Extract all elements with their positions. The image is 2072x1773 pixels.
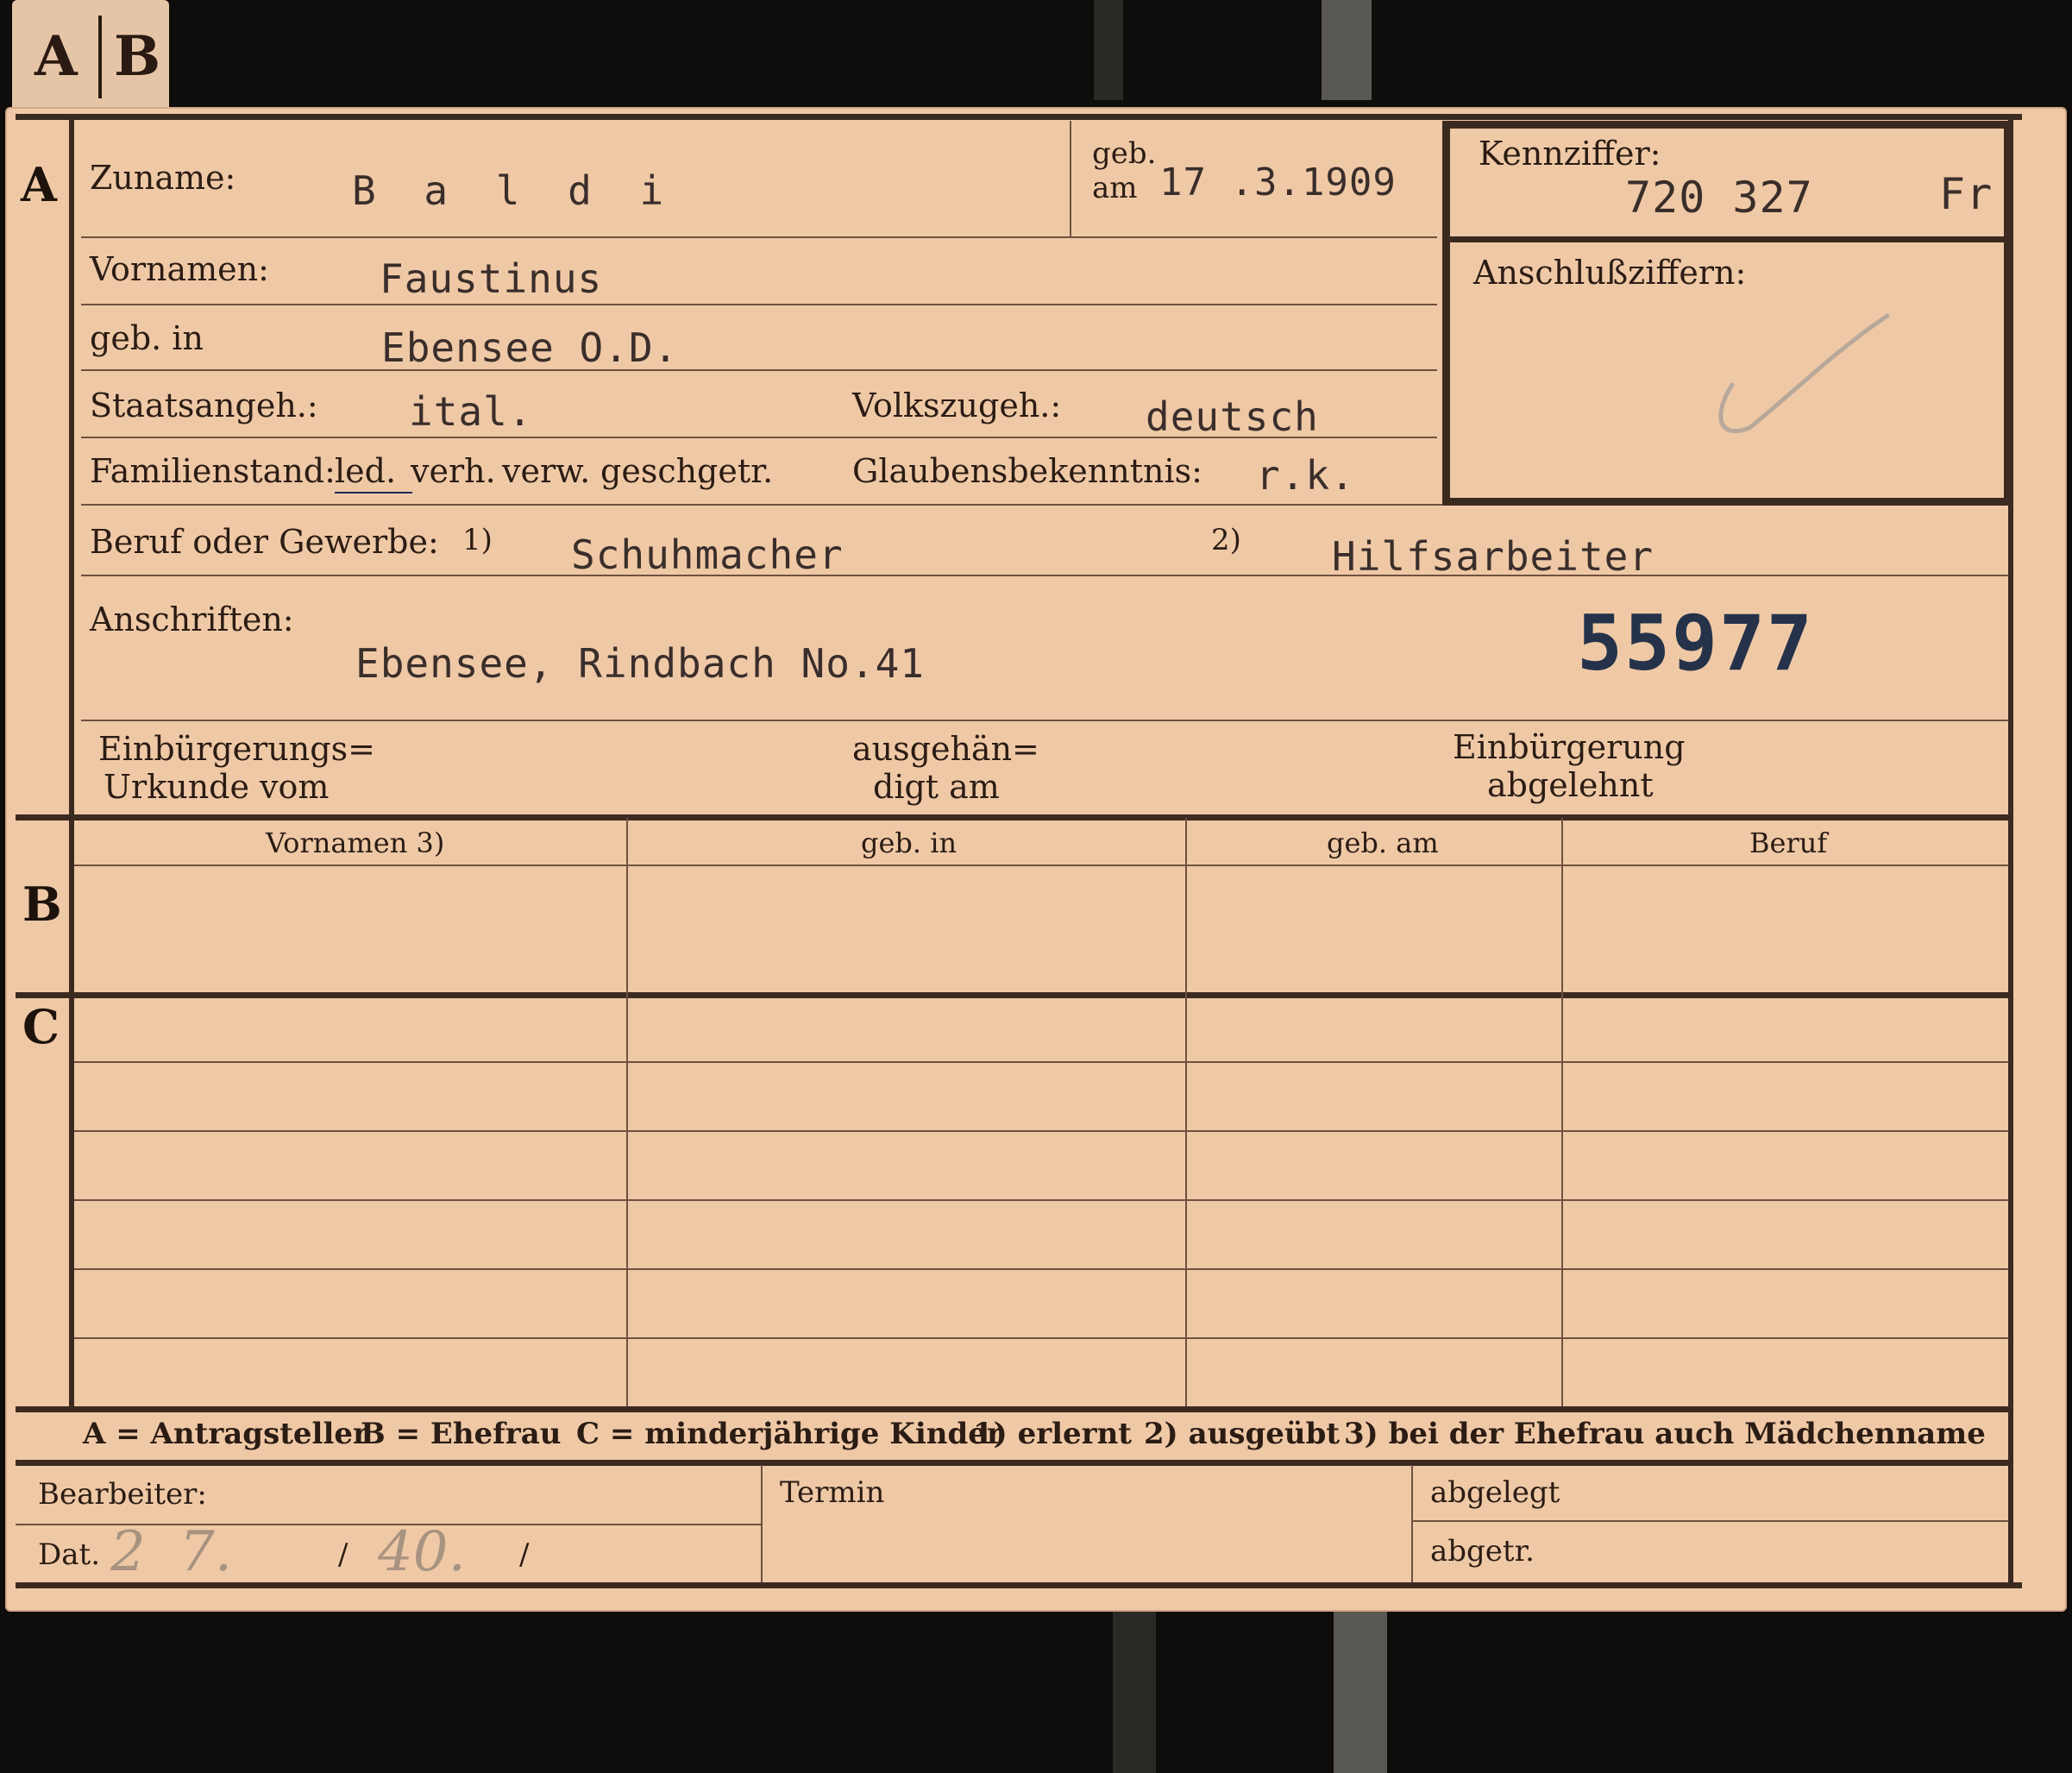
kennziffer-label: Kennziffer: [1479,135,1661,173]
ausgehaen-line2: digt am [873,768,1000,806]
kennziffer-divider [1447,236,2006,242]
footer-line [1411,1520,2008,1522]
stamp-number: 55977 [1577,599,1814,688]
section-letter-c: C [22,999,60,1054]
legend-top-border [16,1406,2013,1412]
volkszugeh-label: Volkszugeh.: [852,387,1062,424]
table-header-beruf: Beruf [1749,827,1828,859]
section-letter-a: A [21,157,57,212]
row-line [81,304,1437,305]
tab-divider [98,16,102,98]
legend-note-2: 2) ausgeübt [1144,1417,1341,1451]
geb-label-line2: am [1092,171,1138,205]
section-c-top-border [16,992,2013,998]
clip-bottom-right [1334,1610,1387,1773]
geb-in-value: Ebensee O.D. [381,324,679,371]
geb-am-divider [1070,121,1071,236]
legend-note-3: 3) bei der Ehefrau auch Mädchenname [1344,1417,1986,1451]
beruf-note-1: 1) [462,523,493,557]
geb-label-line1: geb. [1092,136,1157,171]
familienstand-option-verh: verh. [411,452,496,490]
legend-bottom-border [16,1460,2013,1466]
einbuerg-urkunde-line2: Urkunde vom [104,768,330,806]
table-row [74,1337,2008,1339]
abgelehnt-line1: Einbürgerung [1453,728,1686,766]
beruf-label: Beruf oder Gewerbe: [90,523,439,561]
row-line [81,575,2008,576]
legend-c: C = minderjährige Kinder [576,1417,1002,1451]
table-row [74,1130,2008,1132]
beruf-note-2: 2) [1211,523,1241,557]
einbuerg-urkunde-line1: Einbürgerungs= [98,730,375,768]
dat-month: 7. [179,1520,233,1584]
beruf-2-value: Hilfsarbeiter [1332,533,1654,580]
vornamen-label: Vornamen: [90,250,269,288]
abgelegt-label: abgelegt [1430,1475,1560,1510]
row-line [81,236,1437,238]
ausgehaen-line1: ausgehän= [852,730,1039,768]
clip-top-left [1094,0,1123,100]
anschlussziffern-label: Anschlußziffern: [1473,254,1747,292]
footer-divider [761,1465,763,1582]
kennziffer-suffix: Fr [1939,169,1994,219]
familienstand-option-led: led. [335,452,397,490]
clip-bottom-left [1113,1610,1156,1773]
section-b-top-border [16,814,2013,820]
familienstand-underline [335,492,412,494]
termin-label: Termin [780,1475,885,1510]
glaubens-value: r.k. [1256,452,1355,499]
registration-card: A B C Zuname: B a l d i geb. am 17 .3.19… [7,109,2065,1610]
table-header-geb-in: geb. in [861,827,958,859]
dat-year: 40. [378,1520,466,1584]
table-row [74,1061,2008,1063]
tab-letter-a: A [35,24,78,89]
table-column-divider [626,818,628,1411]
row-line [81,369,1437,371]
legend-note-1: 1) erlernt [973,1417,1133,1451]
index-tab: A B [12,0,169,112]
legend-a: A = Antragsteller [83,1417,368,1451]
zuname-label: Zuname: [90,159,236,197]
check-mark-icon [1718,313,1890,434]
abgetr-label: abgetr. [1430,1534,1535,1569]
zuname-value: B a l d i [352,167,676,214]
familienstand-option-gesch: gesch. [600,452,708,490]
table-column-divider [1561,818,1563,1411]
bearbeiter-label: Bearbeiter: [38,1477,207,1512]
table-header-geb-am: geb. am [1327,827,1439,859]
tab-letter-b: B [114,24,161,89]
dat-day: 2 [110,1520,146,1584]
table-row [74,1199,2008,1201]
clip-top-right [1322,0,1372,100]
section-letter-column-border [69,117,74,1411]
table-row [74,1268,2008,1270]
table-column-divider [1185,818,1187,1411]
card-bottom-border [16,1582,2022,1588]
dat-separator-1: / [338,1537,348,1572]
familienstand-label: Familienstand: [90,452,336,490]
anschrift-value: Ebensee, Rindbach No.41 [355,640,925,687]
staatsangeh-value: ital. [409,388,533,435]
table-header-line [74,864,2008,866]
card-top-border [16,114,2022,120]
dat-separator-2: / [519,1537,530,1572]
row-line [81,720,2008,721]
legend-b: B = Ehefrau [361,1417,562,1451]
glaubens-label: Glaubensbekenntnis: [852,452,1202,490]
geb-in-label: geb. in [90,319,204,357]
volkszugeh-value: deutsch [1146,393,1319,440]
abgelehnt-line2: abgelehnt [1487,766,1654,804]
dat-label: Dat. [38,1537,101,1572]
anschriften-label: Anschriften: [90,600,294,638]
section-letter-b: B [22,877,62,932]
familienstand-option-verw: verw. [502,452,591,490]
geb-am-value: 17 .3.1909 [1159,160,1397,204]
staatsangeh-label: Staatsangeh.: [90,387,318,424]
table-header-vornamen: Vornamen 3) [266,827,445,859]
kennziffer-value: 720 327 [1625,173,1813,223]
familienstand-option-getr: getr. [697,452,774,490]
footer-divider [1411,1465,1413,1582]
vornamen-value: Faustinus [380,255,603,302]
beruf-1-value: Schuhmacher [571,531,844,578]
